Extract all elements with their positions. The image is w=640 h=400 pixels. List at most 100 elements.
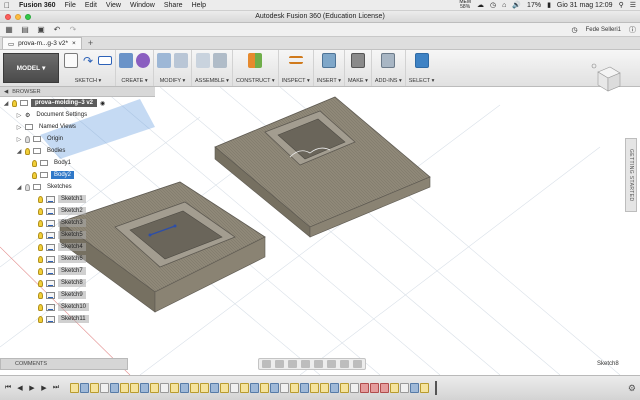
tree-row-document-settings[interactable]: ▷ ⚙ Document Settings [0, 109, 160, 121]
data-panel-grid-icon[interactable]: ▦ [4, 25, 14, 34]
visibility-bulb-icon[interactable] [38, 231, 43, 239]
timeline-marker[interactable] [435, 381, 437, 395]
toolbar-group-inspect[interactable]: INSPECT ▾ [279, 50, 314, 86]
visibility-bulb-icon[interactable] [38, 255, 43, 263]
tree-row-root[interactable]: ◢ prova–molding–3 v2 ◉ [0, 97, 160, 109]
menu-app-name[interactable]: Fusion 360 [19, 2, 56, 9]
workspace-switcher[interactable]: MODEL ▾ [3, 53, 59, 83]
menu-edit[interactable]: Edit [85, 2, 97, 9]
visibility-bulb-icon[interactable] [38, 195, 43, 203]
menu-help[interactable]: Help [192, 2, 206, 9]
minimize-window-button[interactable] [15, 14, 21, 20]
press-pull-icon[interactable] [157, 53, 171, 68]
create-sketch-icon[interactable] [64, 53, 78, 68]
visibility-bulb-icon[interactable] [25, 183, 30, 191]
visibility-bulb-icon[interactable] [38, 267, 43, 275]
offset-plane-icon[interactable] [248, 53, 263, 68]
timeline-feature-move[interactable] [280, 383, 289, 393]
timeline-feature-cut[interactable] [370, 383, 379, 393]
expand-triangle-icon[interactable]: ◢ [16, 184, 22, 191]
timeline-feature-extrude[interactable] [110, 383, 119, 393]
job-status-clock-icon[interactable]: ◷ [572, 26, 578, 34]
menu-window[interactable]: Window [130, 2, 155, 9]
toolbar-group-select[interactable]: SELECT ▾ [406, 50, 438, 86]
timeline-feature-sketch[interactable] [340, 383, 349, 393]
close-window-button[interactable] [5, 14, 11, 20]
body1-model[interactable] [214, 96, 431, 238]
tree-row-sketch[interactable]: Sketch10 [0, 301, 160, 313]
battery-icon[interactable]: ▮ [547, 1, 551, 9]
step-forward-icon[interactable]: ▶ [40, 384, 48, 392]
timeline-feature-extrude[interactable] [210, 383, 219, 393]
expand-triangle-icon[interactable]: ◢ [3, 100, 9, 107]
timeline-feature-sketch[interactable] [170, 383, 179, 393]
cloud-icon[interactable]: ☁ [477, 1, 484, 9]
rectangle-tool-icon[interactable] [98, 56, 112, 65]
visibility-bulb-icon[interactable] [38, 279, 43, 287]
timeline-feature-sketch[interactable] [310, 383, 319, 393]
menu-clock[interactable]: Gio 31 mag 12:09 [557, 2, 613, 9]
measure-icon[interactable] [288, 56, 303, 64]
toolbar-group-insert[interactable]: INSERT ▾ [314, 50, 345, 86]
expand-triangle-icon[interactable]: ◢ [16, 148, 22, 155]
apple-icon[interactable]:  [4, 1, 10, 10]
grid-settings-icon[interactable] [340, 360, 349, 368]
go-to-start-icon[interactable]: ⏮ [4, 384, 12, 392]
undo-icon[interactable]: ↶ [52, 25, 62, 34]
comments-panel[interactable]: COMMENTS [0, 358, 128, 370]
play-icon[interactable]: ▶ [28, 384, 36, 392]
timeline-feature-sketch[interactable] [320, 383, 329, 393]
timeline-feature-sketch[interactable] [420, 383, 429, 393]
joint-icon[interactable] [213, 53, 228, 68]
toolbar-group-sketch[interactable]: ↷ SKETCH ▾ [61, 50, 116, 86]
tree-row-sketch[interactable]: Sketch2 [0, 205, 160, 217]
viewcube[interactable] [590, 62, 624, 98]
go-to-end-icon[interactable]: ⏭ [52, 384, 60, 392]
visibility-bulb-icon[interactable] [38, 291, 43, 299]
timeline-feature-sketch[interactable] [200, 383, 209, 393]
timeline-feature-sketch[interactable] [220, 383, 229, 393]
zoom-icon[interactable] [301, 360, 310, 368]
visibility-bulb-icon[interactable] [38, 243, 43, 251]
timeline-feature-cut[interactable] [360, 383, 369, 393]
timeline-feature-sketch[interactable] [390, 383, 399, 393]
tree-row-sketch[interactable]: Sketch1 [0, 193, 160, 205]
zoom-window-button[interactable] [25, 14, 31, 20]
tree-row-sketch[interactable]: Sketch4 [0, 241, 160, 253]
timeline-feature-extrude[interactable] [180, 383, 189, 393]
timeline-feature-extrude[interactable] [330, 383, 339, 393]
scripts-addins-icon[interactable] [381, 53, 396, 68]
tree-row-body2[interactable]: Body2 [0, 169, 160, 181]
timeline-feature-extrude[interactable] [250, 383, 259, 393]
expand-triangle-icon[interactable]: ▷ [16, 112, 22, 119]
timeline-feature-combine[interactable] [230, 383, 239, 393]
tree-row-sketch[interactable]: Sketch7 [0, 265, 160, 277]
new-tab-button[interactable]: + [88, 37, 93, 49]
visibility-bulb-icon[interactable] [32, 159, 37, 167]
tree-row-bodies[interactable]: ◢ Bodies [0, 145, 160, 157]
document-tab[interactable]: ▭ prova-m...g-3 v2* × [2, 37, 82, 49]
orbit-icon[interactable] [262, 360, 271, 368]
visibility-bulb-icon[interactable] [38, 219, 43, 227]
visibility-bulb-icon[interactable] [32, 171, 37, 179]
file-menu-icon[interactable]: ▤ [20, 25, 30, 34]
look-at-icon[interactable] [275, 360, 284, 368]
user-account-menu[interactable]: Fede Selleri1 [586, 27, 621, 33]
timeline-feature-sketch[interactable] [290, 383, 299, 393]
timeline-feature-sketch[interactable] [240, 383, 249, 393]
timeline-feature-move[interactable] [400, 383, 409, 393]
visibility-bulb-icon[interactable] [25, 135, 30, 143]
timeline-feature-sketch[interactable] [70, 383, 79, 393]
toolbar-group-assemble[interactable]: ASSEMBLE ▾ [192, 50, 233, 86]
viewcube-icon[interactable] [590, 62, 624, 96]
toolbar-group-modify[interactable]: MODIFY ▾ [154, 50, 192, 86]
insert-image-icon[interactable] [321, 53, 336, 68]
menu-file[interactable]: File [65, 2, 76, 9]
pan-icon[interactable] [288, 360, 297, 368]
search-icon[interactable]: ⚲ [619, 1, 624, 9]
menu-view[interactable]: View [106, 2, 121, 9]
timeline-feature-move[interactable] [350, 383, 359, 393]
visibility-bulb-icon[interactable] [25, 147, 30, 155]
battery-percent[interactable]: 17% [527, 2, 541, 9]
timeline-feature-extrude[interactable] [140, 383, 149, 393]
